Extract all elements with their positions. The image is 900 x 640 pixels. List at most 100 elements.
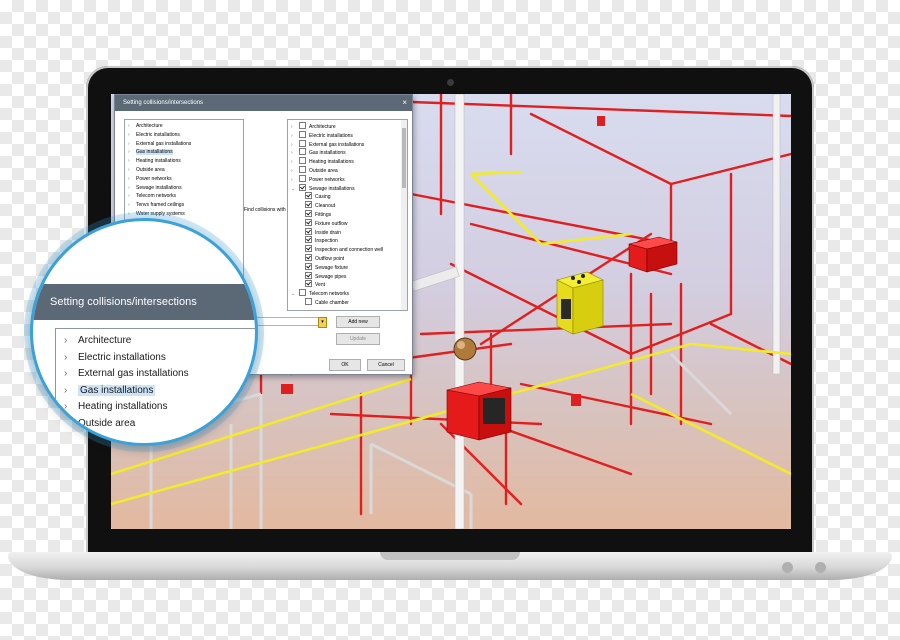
chevron-down-icon[interactable]: ⌄ xyxy=(291,290,299,299)
magnified-tree-item-label: Gas installations xyxy=(78,384,156,396)
category-checkbox[interactable] xyxy=(305,297,312,305)
target-tree-subitem[interactable]: Outflow point xyxy=(291,253,407,263)
chevron-right-icon[interactable]: › xyxy=(64,352,78,363)
target-tree-item[interactable]: › Electric installations xyxy=(291,130,407,140)
target-tree-item-label: Casing xyxy=(315,194,331,201)
magnified-tree-item[interactable]: › Architecture xyxy=(64,335,131,346)
target-tree-item[interactable]: › Heating installations xyxy=(291,157,407,166)
target-tree-subitem[interactable]: Inside drain xyxy=(291,227,407,237)
target-tree-subitem[interactable]: Inspection and connection well xyxy=(291,245,407,254)
category-checkbox[interactable] xyxy=(305,280,312,288)
target-tree-item-label: Outside area xyxy=(309,167,338,174)
category-checkbox[interactable] xyxy=(305,262,312,270)
target-tree-subitem[interactable]: Sewage fixture xyxy=(291,262,407,272)
category-checkbox[interactable] xyxy=(299,148,306,156)
add-new-button[interactable]: Add new xyxy=(336,316,380,328)
target-tree-item[interactable]: › Outside area xyxy=(291,165,407,175)
magnified-tree-item[interactable]: › Heating installations xyxy=(64,401,168,412)
target-tree-subitem[interactable]: Sewage pipes xyxy=(291,271,407,281)
chevron-right-icon[interactable]: › xyxy=(128,184,136,193)
category-checkbox[interactable] xyxy=(299,139,306,147)
target-tree-item-label: Inspection and connection well xyxy=(315,247,384,254)
category-checkbox[interactable] xyxy=(299,165,306,173)
category-checkbox[interactable] xyxy=(299,289,306,297)
target-tree-subitem[interactable]: Fittings xyxy=(291,209,407,219)
source-tree-item[interactable]: › Heating installations xyxy=(128,157,243,166)
magnified-category-tree: › Architecture › Electric installations › Ext… xyxy=(55,328,255,443)
source-tree-item[interactable]: › External gas installations xyxy=(128,140,243,149)
chevron-right-icon[interactable]: › xyxy=(128,166,136,175)
ok-button[interactable]: OK xyxy=(329,359,361,371)
target-tree-item[interactable]: › Gas installations xyxy=(291,148,407,157)
source-tree-item[interactable]: › Architecture xyxy=(128,122,243,131)
category-checkbox[interactable] xyxy=(299,130,306,138)
target-tree-subitem[interactable]: Casing xyxy=(291,192,407,201)
category-checkbox[interactable] xyxy=(305,245,312,253)
magnified-tree-item[interactable]: › Gas installations xyxy=(64,384,156,396)
dropdown-arrow-icon[interactable]: ▾ xyxy=(318,317,327,328)
source-tree-item[interactable]: › Tenvs framed ceilings xyxy=(128,201,243,210)
target-tree-subitem[interactable]: Cable chamber xyxy=(291,297,407,307)
magnified-tree-item[interactable]: › Outside area xyxy=(64,418,135,429)
source-tree-item[interactable]: › Gas installations xyxy=(128,148,243,157)
target-tree-item[interactable]: ⌄ Telecom networks xyxy=(291,289,407,298)
chevron-right-icon[interactable]: › xyxy=(128,201,136,210)
scrollbar-thumb[interactable] xyxy=(402,128,406,188)
target-tree-item[interactable]: › External gas installations xyxy=(291,139,407,149)
category-checkbox[interactable] xyxy=(305,192,312,200)
cancel-button[interactable]: Cancel xyxy=(367,359,405,371)
chevron-right-icon[interactable]: › xyxy=(128,122,136,131)
chevron-right-icon[interactable]: › xyxy=(128,175,136,184)
update-button[interactable]: Update xyxy=(336,333,380,345)
target-tree-item-label: Vent xyxy=(315,282,326,289)
category-checkbox[interactable] xyxy=(305,271,312,279)
target-tree-item-label: Outflow point xyxy=(315,255,345,262)
target-tree-item-label: Heating installations xyxy=(309,159,354,166)
category-checkbox[interactable] xyxy=(305,201,312,209)
target-tree-item-label: Cable chamber xyxy=(315,299,349,306)
chevron-right-icon[interactable]: › xyxy=(64,418,78,429)
close-icon[interactable]: × xyxy=(402,95,407,111)
category-checkbox[interactable] xyxy=(305,218,312,226)
category-checkbox[interactable] xyxy=(305,209,312,217)
target-tree-item[interactable]: ⌄ Sewage installations xyxy=(291,183,407,194)
chevron-right-icon[interactable]: › xyxy=(128,131,136,140)
category-checkbox[interactable] xyxy=(305,253,312,261)
chevron-right-icon[interactable]: › xyxy=(64,401,78,412)
category-checkbox[interactable] xyxy=(299,183,306,191)
category-checkbox[interactable] xyxy=(299,157,306,165)
chevron-right-icon[interactable]: › xyxy=(64,335,78,346)
target-tree-subitem[interactable]: Inspection xyxy=(291,236,407,245)
source-tree-item[interactable]: › Telecom networks xyxy=(128,192,243,201)
source-tree-item[interactable]: › Sewage installations xyxy=(128,184,243,193)
category-checkbox[interactable] xyxy=(299,122,306,129)
target-tree-item[interactable]: › Power networks xyxy=(291,174,407,184)
source-tree-item[interactable]: › Electric installations xyxy=(128,131,243,140)
chevron-right-icon[interactable]: › xyxy=(128,148,136,157)
chevron-right-icon[interactable]: › xyxy=(128,140,136,149)
source-tree-item-label: Water supply systems xyxy=(136,210,185,217)
target-tree-subitem[interactable]: Fixture outflow xyxy=(291,218,407,228)
magnified-tree-item[interactable]: › Electric installations xyxy=(64,352,166,363)
target-tree-item-label: Fittings xyxy=(315,211,332,218)
source-tree-item-label: Outside area xyxy=(136,166,165,173)
category-checkbox[interactable] xyxy=(305,227,312,235)
category-checkbox[interactable] xyxy=(299,174,306,182)
dialog-title: Setting collisions/intersections xyxy=(123,100,204,106)
magnified-tree-item[interactable]: › External gas installations xyxy=(64,368,189,379)
chevron-right-icon[interactable]: › xyxy=(64,368,78,379)
chevron-right-icon[interactable]: › xyxy=(128,192,136,201)
dialog-titlebar: Setting collisions/intersections × xyxy=(115,95,412,111)
target-tree-subitem[interactable]: Cleanout xyxy=(291,201,407,210)
target-tree-subitem[interactable]: Vent xyxy=(291,280,407,289)
tree-scrollbar[interactable] xyxy=(401,120,407,310)
category-checkbox[interactable] xyxy=(305,236,312,244)
source-tree-item[interactable]: › Outside area xyxy=(128,166,243,175)
source-tree-item[interactable]: › Power networks xyxy=(128,175,243,184)
source-tree-item-label: Tenvs framed ceilings xyxy=(136,202,185,209)
chevron-right-icon[interactable]: › xyxy=(64,385,78,396)
chevron-right-icon[interactable]: › xyxy=(128,157,136,166)
chevron-down-icon[interactable]: ⌄ xyxy=(291,185,299,194)
target-tree-item[interactable]: › Architecture xyxy=(291,122,407,131)
laptop-notch xyxy=(380,552,520,560)
